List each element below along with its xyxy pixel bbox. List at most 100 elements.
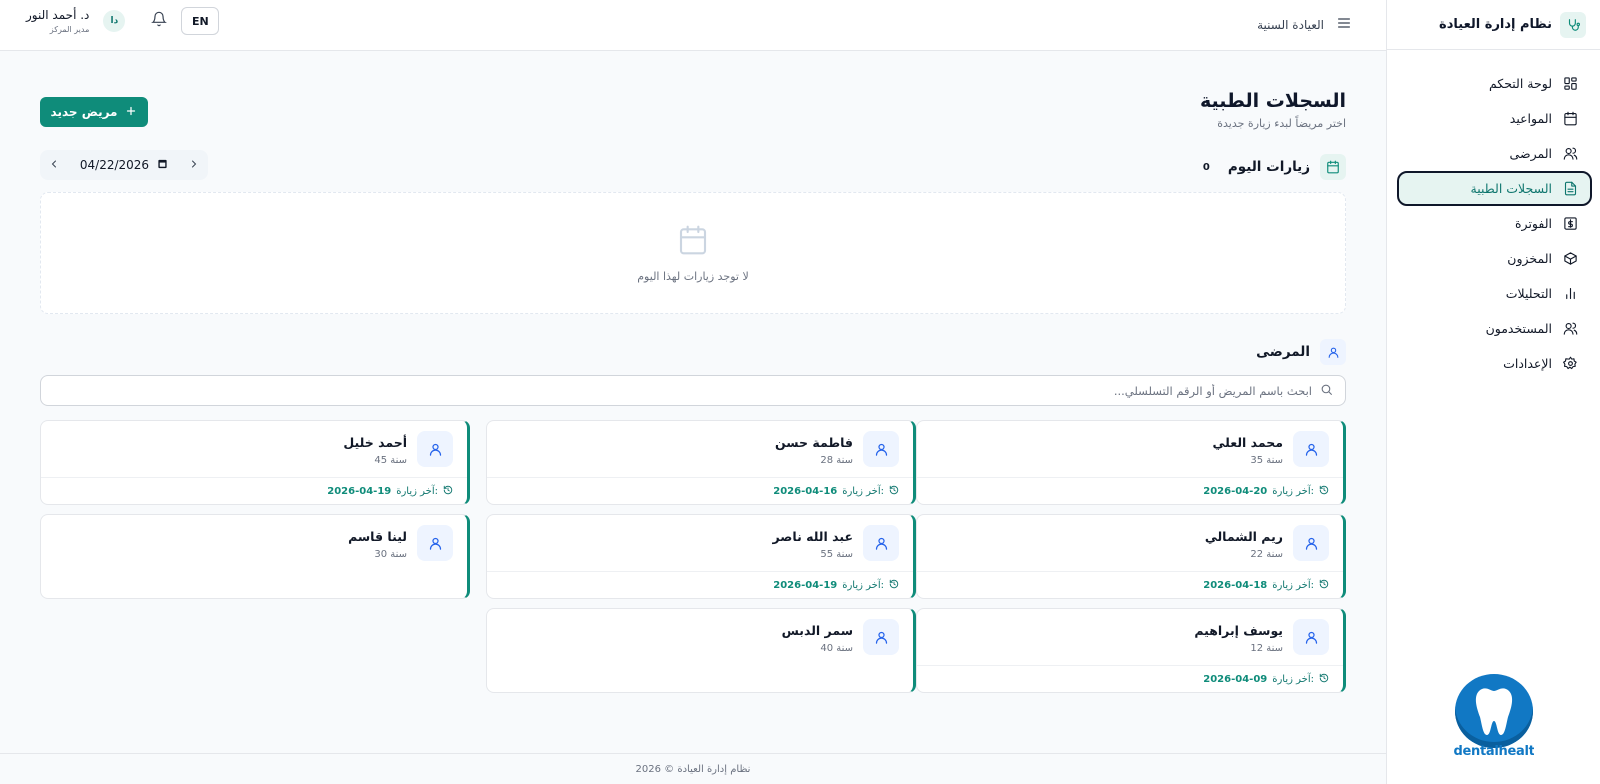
sidebar-item-6[interactable]: التحليلات <box>1397 276 1592 311</box>
footer-text: نظام إدارة العيادة © 2026 <box>635 763 751 775</box>
card-info: أحمد خليل 45 سنة <box>343 431 407 467</box>
language-button[interactable]: EN <box>181 7 220 35</box>
history-icon <box>1319 485 1329 498</box>
last-visit-label: آخر زيارة: <box>1272 485 1314 497</box>
last-visit-label: آخر زيارة: <box>1272 579 1314 591</box>
patient-age: 35 سنة <box>1250 455 1283 466</box>
card-info: لينا قاسم 30 سنة <box>348 525 407 561</box>
card-header: فاطمة حسن 28 سنة <box>775 431 899 467</box>
sidebar-item-label: المواعيد <box>1509 111 1552 126</box>
clinic-name: العيادة السنية <box>1257 17 1324 32</box>
date-input[interactable]: 04/22/2026 <box>80 158 168 172</box>
tooth-logo-icon <box>1454 674 1533 748</box>
sidebar-item-4[interactable]: الفوترة <box>1397 206 1592 241</box>
patient-age: 30 سنة <box>374 549 407 560</box>
users-icon <box>1562 321 1578 337</box>
card-info: عبد الله ناصر 55 سنة <box>773 525 853 561</box>
last-visit-date: 2026-04-19 <box>773 579 838 591</box>
card-header: عبد الله ناصر 55 سنة <box>773 525 899 561</box>
dashboard-icon <box>1562 76 1578 92</box>
user-icon <box>863 431 899 467</box>
patient-card[interactable]: عبد الله ناصر 55 سنة آخر زيارة: 2026-04-19 <box>486 514 916 599</box>
bell-icon[interactable] <box>151 11 168 31</box>
patient-search <box>40 375 1346 406</box>
date-navigator: 04/22/2026 <box>40 150 208 180</box>
sidebar-item-label: الفوترة <box>1515 216 1552 231</box>
sidebar-item-label: لوحة التحكم <box>1488 76 1552 91</box>
user-icon <box>1293 431 1329 467</box>
header-right: العيادة السنية <box>1257 15 1352 34</box>
last-visit-row: آخر زيارة: 2026-04-16 <box>487 477 913 504</box>
search-input[interactable] <box>62 383 1312 398</box>
history-icon <box>889 579 899 592</box>
patient-card[interactable]: لينا قاسم 30 سنة <box>40 514 470 599</box>
last-visit-row: آخر زيارة: 2026-04-20 <box>917 477 1343 504</box>
calendar-picker-icon[interactable] <box>157 158 168 172</box>
sidebar-item-5[interactable]: المخزون <box>1397 241 1592 276</box>
empty-visits-state: لا توجد زيارات لهذا اليوم <box>40 192 1346 314</box>
card-header: لينا قاسم 30 سنة <box>348 525 453 561</box>
card-header: محمد العلي 35 سنة <box>1213 431 1329 467</box>
file-text-icon <box>1562 181 1578 197</box>
patient-name: فاطمة حسن <box>775 435 853 450</box>
history-icon <box>1319 673 1329 686</box>
page-title: السجلات الطبية <box>1200 90 1346 112</box>
sidebar-item-label: السجلات الطبية <box>1470 181 1552 196</box>
avatar[interactable]: دا <box>103 10 126 32</box>
patient-name: لينا قاسم <box>348 529 407 544</box>
logo-text: dentalhealt <box>1453 743 1534 758</box>
today-visits-header: زيارات اليوم 0 <box>1203 154 1346 180</box>
sidebar-item-label: المستخدمون <box>1485 321 1552 336</box>
history-icon <box>443 485 453 498</box>
new-patient-button[interactable]: مريض جديد <box>40 97 148 127</box>
page-subtitle: اختر مريضاً لبدء زيارة جديدة <box>1217 117 1346 130</box>
patient-age: 45 سنة <box>374 455 407 466</box>
sidebar-item-3[interactable]: السجلات الطبية <box>1397 171 1592 206</box>
brand: نظام إدارة العيادة <box>1387 0 1600 50</box>
sidebar-item-7[interactable]: المستخدمون <box>1397 311 1592 346</box>
last-visit-row: آخر زيارة: 2026-04-19 <box>41 477 467 504</box>
last-visit-row: آخر زيارة: 2026-04-19 <box>487 571 913 598</box>
card-info: فاطمة حسن 28 سنة <box>775 431 853 467</box>
user-role: مدير المركز <box>49 25 90 34</box>
chevron-right-icon[interactable] <box>188 158 200 173</box>
patients-header: المرضى <box>1256 339 1346 365</box>
menu-icon[interactable] <box>1336 15 1352 34</box>
new-patient-label: مريض جديد <box>50 105 118 119</box>
last-visit-date: 2026-04-16 <box>773 485 838 497</box>
dollar-icon <box>1562 216 1578 232</box>
sidebar-item-label: الإعدادات <box>1503 356 1552 371</box>
sidebar-item-8[interactable]: الإعدادات <box>1397 346 1592 381</box>
history-icon <box>1319 579 1329 592</box>
card-header: سمر الدبس 40 سنة <box>782 619 899 655</box>
last-visit-label: آخر زيارة: <box>842 579 884 591</box>
header-left: د. أحمد النور مدير المركز دا EN <box>26 7 220 35</box>
patient-card[interactable]: سمر الدبس 40 سنة <box>486 608 916 693</box>
last-visit-label: آخر زيارة: <box>396 485 438 497</box>
patient-card[interactable]: يوسف إبراهيم 12 سنة آخر زيارة: 2026-04-09 <box>916 608 1346 693</box>
patient-age: 40 سنة <box>820 643 853 654</box>
patient-card[interactable]: محمد العلي 35 سنة آخر زيارة: 2026-04-20 <box>916 420 1346 505</box>
sidebar-item-1[interactable]: المواعيد <box>1397 101 1592 136</box>
patient-name: ريم الشمالي <box>1204 529 1283 544</box>
sidebar: نظام إدارة العيادة لوحة التحكم المواعيد ال… <box>1386 0 1600 784</box>
user-icon <box>863 525 899 561</box>
patient-card[interactable]: ريم الشمالي 22 سنة آخر زيارة: 2026-04-18 <box>916 514 1346 599</box>
card-info: محمد العلي 35 سنة <box>1213 431 1283 467</box>
patient-card[interactable]: فاطمة حسن 28 سنة آخر زيارة: 2026-04-16 <box>486 420 916 505</box>
user-block[interactable]: د. أحمد النور مدير المركز <box>26 8 89 34</box>
last-visit-row: آخر زيارة: 2026-04-18 <box>917 571 1343 598</box>
card-header: ريم الشمالي 22 سنة <box>1205 525 1329 561</box>
date-value: 04/22/2026 <box>79 158 150 172</box>
calendar-empty-icon <box>677 224 709 260</box>
plus-icon <box>125 105 137 120</box>
brand-title: نظام إدارة العيادة <box>1439 17 1552 32</box>
footer: نظام إدارة العيادة © 2026 <box>0 753 1386 784</box>
patient-card[interactable]: أحمد خليل 45 سنة آخر زيارة: 2026-04-19 <box>40 420 470 505</box>
chevron-left-icon[interactable] <box>48 158 60 173</box>
users-icon <box>1562 146 1578 162</box>
card-info: يوسف إبراهيم 12 سنة <box>1194 619 1283 655</box>
sidebar-item-2[interactable]: المرضى <box>1397 136 1592 171</box>
sidebar-item-0[interactable]: لوحة التحكم <box>1397 66 1592 101</box>
patients-title: المرضى <box>1256 344 1310 360</box>
